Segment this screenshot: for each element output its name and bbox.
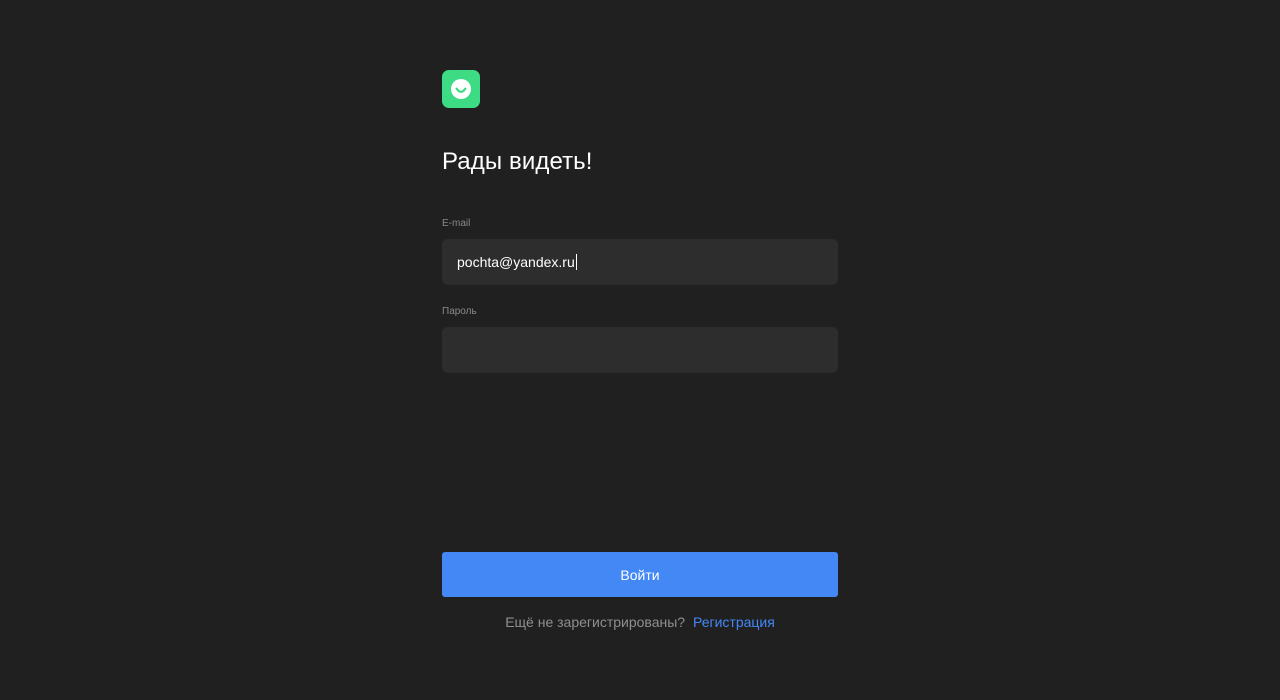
text-caret xyxy=(575,254,577,270)
register-prompt-text: Ещё не зарегистрированы? xyxy=(505,614,686,630)
email-field[interactable] xyxy=(442,239,838,285)
password-label: Пароль xyxy=(442,306,477,317)
login-button[interactable]: Войти xyxy=(442,552,838,597)
app-logo xyxy=(442,70,480,108)
page-title: Рады видеть! xyxy=(442,148,593,175)
password-field[interactable] xyxy=(442,327,838,373)
login-page: Рады видеть! E-mail Пароль Войти Ещё не … xyxy=(0,0,1280,700)
register-prompt: Ещё не зарегистрированы? Регистрация xyxy=(442,614,838,630)
register-link[interactable]: Регистрация xyxy=(693,614,775,630)
email-label: E-mail xyxy=(442,218,471,229)
smile-icon xyxy=(451,79,471,99)
